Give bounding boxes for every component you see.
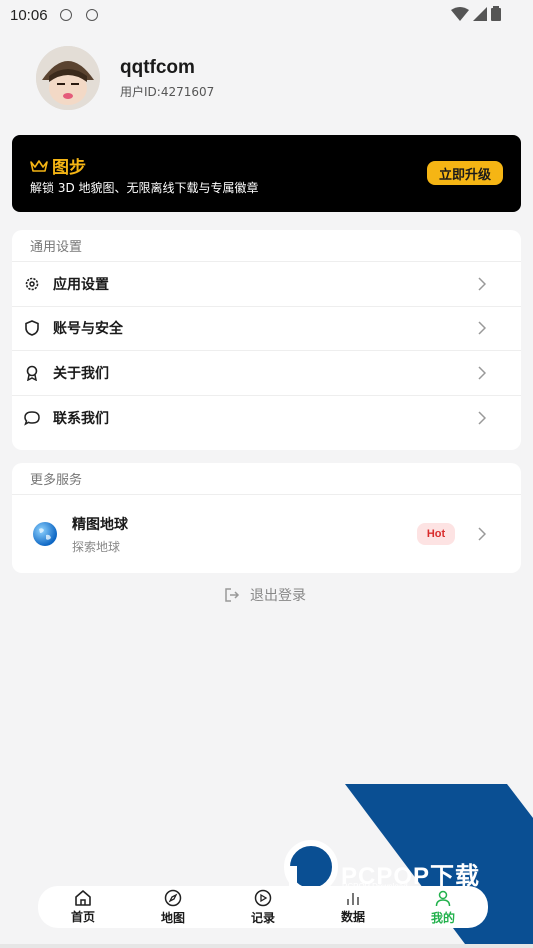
chevron-right-icon <box>478 277 486 291</box>
settings-item-app-settings[interactable]: 应用设置 <box>12 262 521 307</box>
nav-home[interactable]: 首页 <box>38 886 128 928</box>
service-name: 精图地球 <box>72 516 128 533</box>
play-icon <box>254 889 272 906</box>
wifi-icon <box>451 6 469 21</box>
hot-badge: Hot <box>417 523 455 545</box>
nav-label: 地图 <box>160 910 185 925</box>
compass-icon <box>164 889 182 906</box>
home-icon <box>75 889 91 906</box>
battery-icon <box>491 6 501 21</box>
nav-label: 记录 <box>250 910 275 925</box>
sync-icon <box>85 9 98 21</box>
chevron-right-icon <box>478 527 486 541</box>
chevron-right-icon <box>478 366 486 380</box>
chevron-right-icon <box>478 411 486 425</box>
service-subtitle: 探索地球 <box>72 539 121 554</box>
more-services-header: 更多服务 <box>12 463 521 495</box>
username: qqtfcom <box>120 56 195 78</box>
shield-icon <box>24 320 40 337</box>
general-settings-card: 通用设置 应用设置 账号与安全 关于我们 联系我们 <box>12 230 521 450</box>
logout-button[interactable]: 退出登录 <box>224 585 306 605</box>
status-time: 10:06 <box>10 6 48 24</box>
bar-chart-icon <box>347 892 359 905</box>
nav-label: 首页 <box>70 909 95 924</box>
gear-icon <box>24 276 40 292</box>
user-icon <box>435 890 451 906</box>
premium-title: 图步 <box>52 158 86 178</box>
sync-icon <box>59 9 72 21</box>
premium-description: 解锁 3D 地貌图、无限离线下载与专属徽章 <box>30 181 259 195</box>
service-item-earth[interactable]: 精图地球 探索地球 Hot <box>12 495 521 573</box>
avatar[interactable] <box>36 46 100 110</box>
nav-label: 我的 <box>430 910 455 925</box>
nav-label: 数据 <box>340 909 365 924</box>
settings-item-account-security[interactable]: 账号与安全 <box>12 307 521 351</box>
profile-header[interactable]: qqtfcom 用户ID:4271607 <box>36 46 214 110</box>
upgrade-button[interactable]: 立即升级 <box>427 161 503 185</box>
system-gesture-bar <box>0 944 533 948</box>
nav-map[interactable]: 地图 <box>128 886 218 928</box>
general-settings-header: 通用设置 <box>12 230 521 262</box>
award-icon <box>24 365 40 381</box>
settings-item-label: 应用设置 <box>53 276 109 293</box>
globe-icon <box>33 522 57 546</box>
nav-records[interactable]: 记录 <box>218 886 308 928</box>
premium-banner[interactable]: 图步 解锁 3D 地貌图、无限离线下载与专属徽章 立即升级 <box>12 135 521 212</box>
message-icon <box>24 410 40 426</box>
settings-item-about-us[interactable]: 关于我们 <box>12 351 521 396</box>
bottom-nav: 首页 地图 记录 数据 我的 <box>38 886 488 928</box>
crown-icon <box>30 159 48 172</box>
settings-item-label: 联系我们 <box>53 410 109 427</box>
nav-data[interactable]: 数据 <box>308 886 398 928</box>
status-bar: 10:06 <box>0 0 533 30</box>
signal-icon <box>473 6 487 21</box>
logout-icon <box>225 588 240 602</box>
settings-item-label: 关于我们 <box>53 365 109 382</box>
settings-item-contact-us[interactable]: 联系我们 <box>12 396 521 441</box>
nav-mine[interactable]: 我的 <box>398 886 488 928</box>
logout-label: 退出登录 <box>250 588 306 604</box>
more-services-card: 更多服务 精图地球 探索地球 Hot <box>12 463 521 573</box>
chevron-right-icon <box>478 321 486 335</box>
user-id: 用户ID:4271607 <box>120 84 215 99</box>
settings-item-label: 账号与安全 <box>53 321 123 338</box>
